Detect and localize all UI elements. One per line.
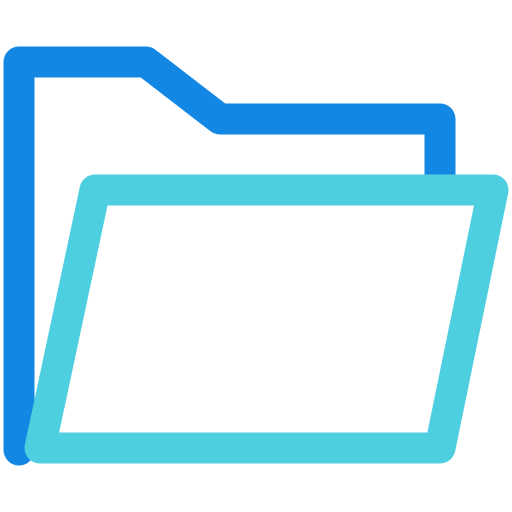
icon-canvas — [0, 0, 512, 512]
folder-front-flap — [24, 174, 509, 464]
open-folder-icon — [3, 46, 509, 466]
